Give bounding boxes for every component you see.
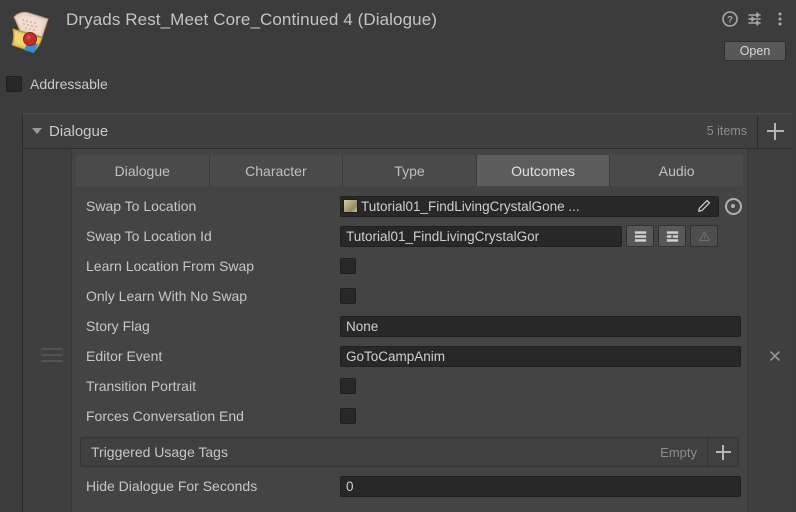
- open-button[interactable]: Open: [724, 41, 786, 61]
- swap-to-location-value: Tutorial01_FindLivingCrystalGone ...: [361, 198, 580, 214]
- pencil-icon[interactable]: [697, 199, 711, 213]
- triggered-usage-tags-list[interactable]: Triggered Usage Tags Empty: [80, 437, 739, 467]
- editor-event-input[interactable]: GoToCampAnim: [340, 345, 741, 367]
- asset-header: Dryads Rest_Meet Core_Continued 4 (Dialo…: [0, 0, 796, 71]
- close-icon: [770, 351, 780, 361]
- swap-to-location-object-field[interactable]: Tutorial01_FindLivingCrystalGone ...: [340, 195, 719, 217]
- object-picker-icon: [724, 197, 742, 215]
- swap-to-location-picker-button[interactable]: [723, 196, 743, 216]
- learn-location-from-swap-label: Learn Location From Swap: [86, 258, 255, 274]
- transition-portrait-label: Transition Portrait: [86, 378, 196, 394]
- row-swap-to-location: Swap To Location Tutorial01_FindLivingCr…: [76, 191, 743, 221]
- hide-dialogue-for-seconds-input[interactable]: 0: [340, 475, 741, 497]
- row-editor-event: Editor Event GoToCampAnim: [76, 341, 743, 371]
- swap-to-location-id-input[interactable]: Tutorial01_FindLivingCrystalGor: [340, 225, 622, 247]
- row-swap-to-location-id: Swap To Location Id Tutorial01_FindLivin…: [76, 221, 743, 251]
- list-view-icon: [634, 230, 646, 242]
- forces-conversation-end-checkbox[interactable]: [340, 408, 356, 424]
- tab-character[interactable]: Character: [209, 155, 344, 186]
- editor-event-label: Editor Event: [86, 348, 163, 364]
- preset-settings-icon[interactable]: [747, 11, 763, 27]
- row-hide-dialogue-for-seconds: Hide Dialogue For Seconds 0: [76, 471, 743, 501]
- story-flag-input[interactable]: None: [340, 315, 741, 337]
- row-story-flag: Story Flag None: [76, 311, 743, 341]
- row-forces-conversation-end: Forces Conversation End: [76, 401, 743, 431]
- triggered-usage-tags-empty-label: Empty: [660, 444, 697, 460]
- texture-thumbnail-icon: [343, 199, 358, 213]
- swap-to-location-label: Swap To Location: [86, 198, 197, 214]
- scroll-wax-seal-icon: [11, 11, 49, 53]
- dialogue-list-title: Dialogue: [49, 122, 109, 140]
- warning-button[interactable]: [690, 225, 718, 247]
- element-content: Dialogue Character Type Outcomes Audio S…: [71, 149, 748, 512]
- tab-outcomes[interactable]: Outcomes: [476, 155, 611, 186]
- outcome-tabs: Dialogue Character Type Outcomes Audio: [76, 155, 743, 186]
- addressable-row: Addressable: [6, 76, 108, 92]
- kebab-menu-icon[interactable]: [772, 11, 788, 27]
- svg-text:?: ?: [727, 15, 733, 26]
- hide-dialogue-container: Hide Dialogue For Seconds 0: [76, 471, 743, 501]
- page-title: Dryads Rest_Meet Core_Continued 4 (Dialo…: [66, 10, 438, 29]
- forces-conversation-end-label: Forces Conversation End: [86, 408, 244, 424]
- drag-handle-icon[interactable]: [41, 345, 63, 365]
- swap-to-location-id-label: Swap To Location Id: [86, 228, 212, 244]
- fields-container: Swap To Location Tutorial01_FindLivingCr…: [76, 191, 743, 431]
- hide-dialogue-for-seconds-label: Hide Dialogue For Seconds: [86, 478, 258, 494]
- only-learn-with-no-swap-label: Only Learn With No Swap: [86, 288, 248, 304]
- detail-view-button[interactable]: [658, 225, 686, 247]
- warning-triangle-icon: [698, 231, 710, 241]
- dialogue-list-panel: Dialogue 5 items Dialogue Character Type…: [22, 113, 792, 512]
- detail-view-icon: [666, 230, 678, 242]
- tab-type[interactable]: Type: [343, 155, 477, 186]
- only-learn-with-no-swap-checkbox[interactable]: [340, 288, 356, 304]
- header-icon-group: ?: [722, 11, 788, 27]
- dialogue-element: Dialogue Character Type Outcomes Audio S…: [23, 149, 792, 512]
- addressable-checkbox[interactable]: [6, 76, 22, 92]
- list-view-button[interactable]: [626, 225, 654, 247]
- row-learn-location-from-swap: Learn Location From Swap: [76, 251, 743, 281]
- dialogue-list-header[interactable]: Dialogue 5 items: [23, 114, 792, 149]
- inspector-window: Dryads Rest_Meet Core_Continued 4 (Dialo…: [0, 0, 796, 512]
- row-only-learn-with-no-swap: Only Learn With No Swap: [76, 281, 743, 311]
- items-count-label: 5 items: [706, 124, 747, 138]
- add-usage-tag-button[interactable]: [707, 438, 738, 466]
- story-flag-label: Story Flag: [86, 318, 150, 334]
- transition-portrait-checkbox[interactable]: [340, 378, 356, 394]
- learn-location-from-swap-checkbox[interactable]: [340, 258, 356, 274]
- addressable-label: Addressable: [30, 76, 108, 92]
- plus-icon: [715, 444, 731, 460]
- triggered-usage-tags-label: Triggered Usage Tags: [91, 444, 228, 460]
- tab-audio[interactable]: Audio: [610, 155, 743, 186]
- remove-element-button[interactable]: [766, 347, 784, 365]
- help-icon[interactable]: ?: [722, 11, 738, 27]
- add-dialogue-button[interactable]: [757, 114, 792, 148]
- chevron-down-icon[interactable]: [32, 128, 42, 134]
- row-transition-portrait: Transition Portrait: [76, 371, 743, 401]
- tab-dialogue[interactable]: Dialogue: [76, 155, 210, 186]
- plus-icon: [766, 122, 784, 140]
